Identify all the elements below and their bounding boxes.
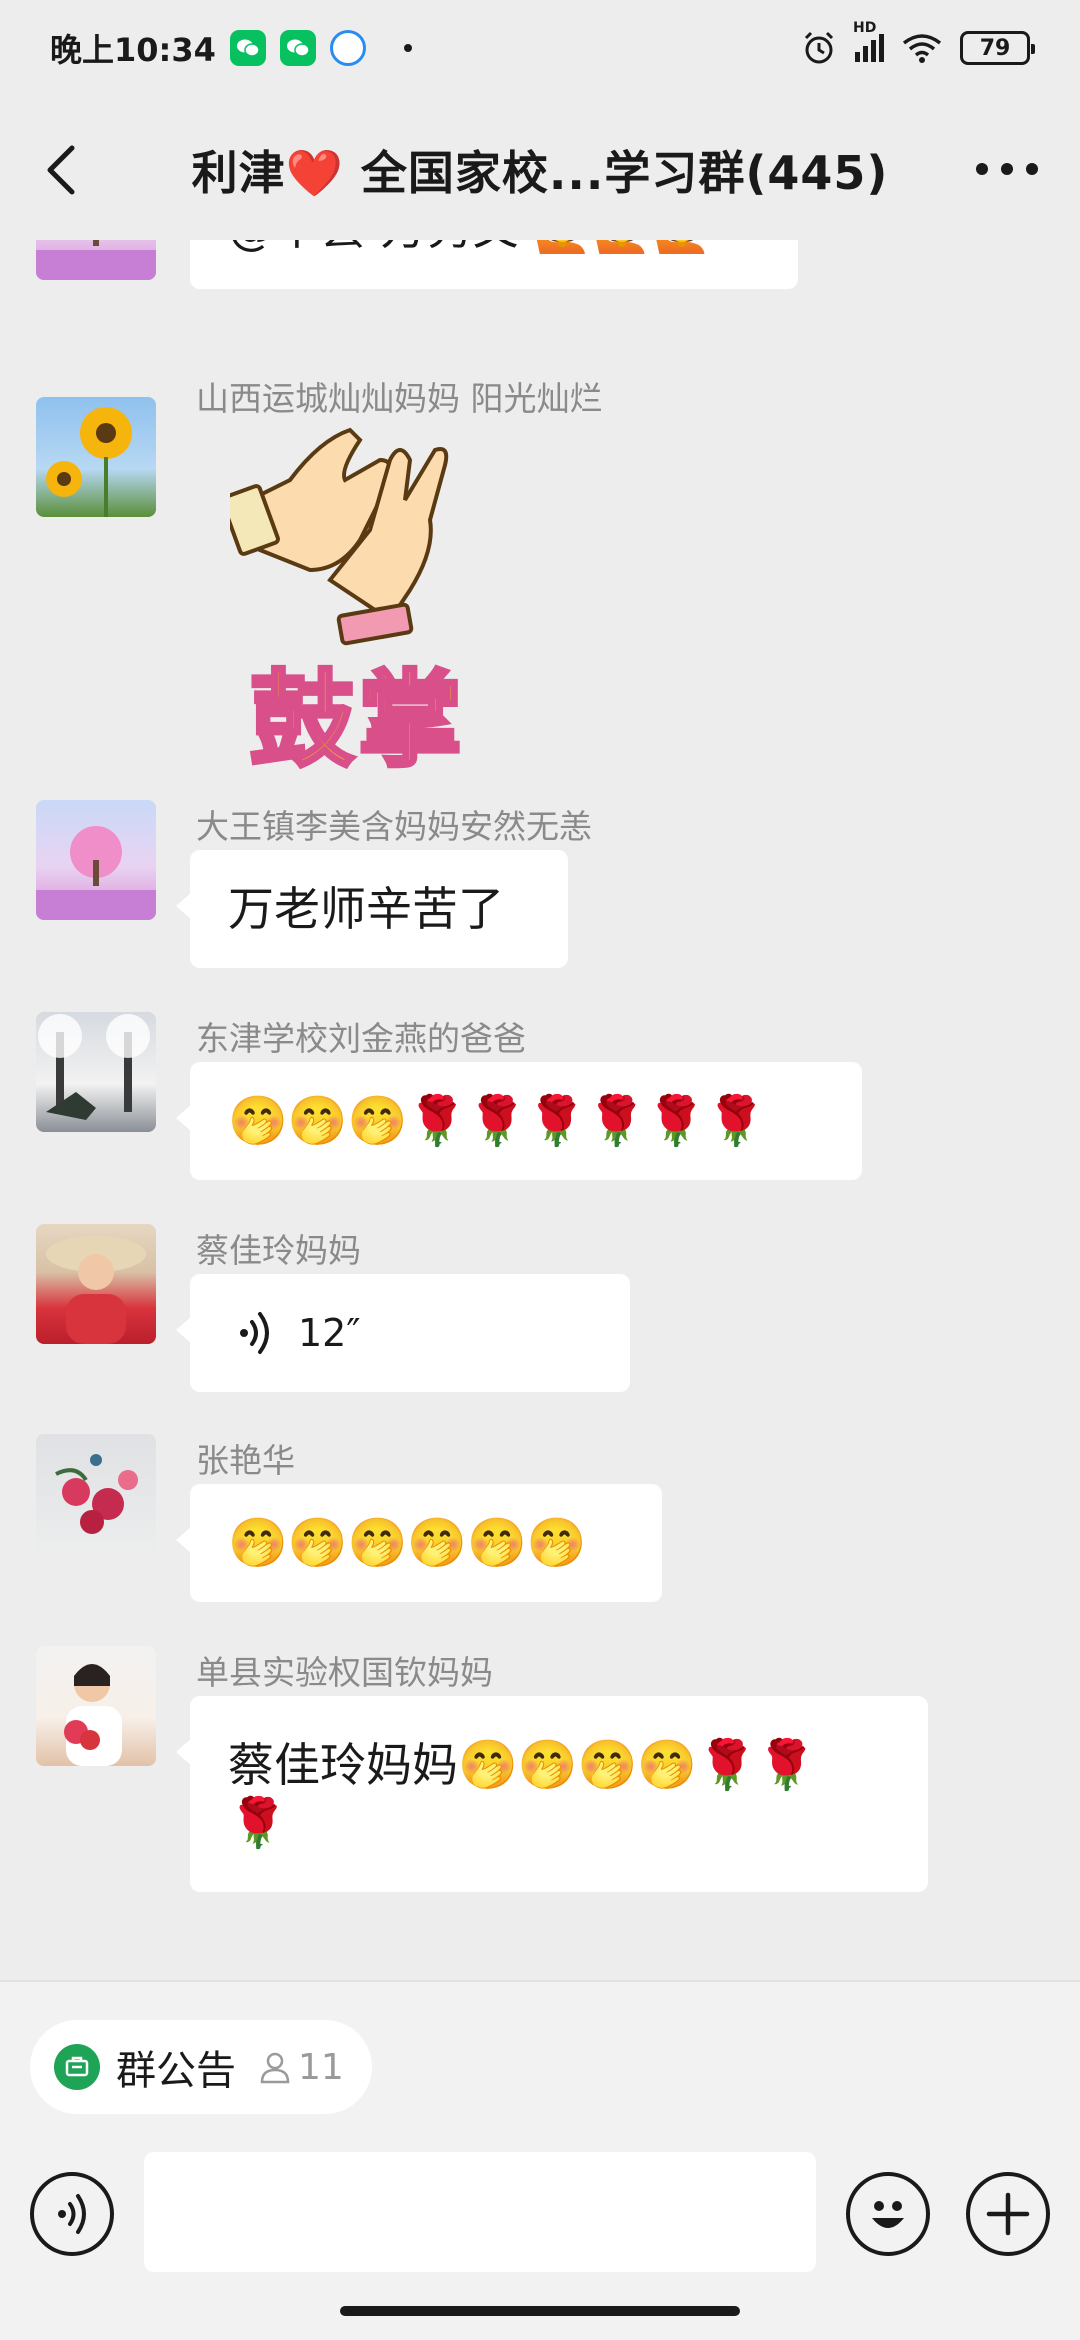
voice-input-button[interactable] [30,2172,114,2256]
person-icon [260,2052,290,2084]
clapping-hands-sticker [220,427,449,646]
status-bar-left: 晚上10:34 [50,25,412,71]
wifi-icon [902,34,942,63]
smiley-face-icon [872,2201,904,2228]
avatar[interactable] [36,800,156,920]
message-bubble[interactable]: @单县 万秀文 🙋🙋🙋 [190,240,798,289]
avatar[interactable] [36,240,156,280]
avatar[interactable] [36,1012,156,1132]
message-bubble[interactable]: 🤭🤭🤭🤭🤭🤭 [176,1484,662,1602]
message-emoji: 🌹 [228,1795,288,1851]
voice-duration: 12″ [298,1311,361,1355]
emoji-button[interactable] [846,2172,930,2256]
avatar[interactable] [36,1646,156,1766]
plus-button[interactable] [966,2172,1050,2256]
message-text: @单县 万秀文 [228,240,519,257]
voice-wave-icon [240,1312,269,1354]
message-emoji: 🙋🙋🙋 [533,240,712,257]
message-bubble[interactable]: 🤭🤭🤭🌹🌹🌹🌹🌹🌹 [176,1062,862,1180]
message-emoji: 🤭🤭🤭🤭🤭🤭 [228,1515,587,1571]
avatar[interactable] [36,397,156,517]
voice-message-bubble[interactable]: 12″ [176,1274,630,1392]
more-notifications-dot [403,44,412,52]
chat-title: 利津❤️ 全国家校...学习群(445) [191,146,889,200]
back-arrow-icon[interactable] [38,140,88,200]
avatar[interactable] [36,1224,156,1344]
network-type-label: HD [853,20,877,36]
member-count-value: 11 [298,2046,344,2088]
more-dots-icon[interactable] [972,154,1042,184]
wechat-notification-icon [229,30,266,66]
message-input[interactable] [144,2152,816,2272]
status-time: 晚上10:34 [50,31,216,69]
sender-name: 大王镇李美含妈妈安然无恙 [196,807,592,846]
battery-indicator: 79 [960,31,1035,65]
sender-name: 山西运城灿灿妈妈 阳光灿烂 [196,379,603,418]
message-bubble[interactable]: 万老师辛苦了 [176,850,568,968]
avatar[interactable] [36,1434,156,1554]
home-indicator[interactable] [340,2306,740,2316]
alarm-icon [804,31,834,64]
sender-name: 单县实验权国钦妈妈 [196,1653,493,1692]
message-text: 万老师辛苦了 [228,882,504,936]
status-bar: 晚上10:34 HD 79 [0,0,1080,96]
wechat-notification-icon [279,30,316,66]
message-emoji: 🤭🤭🤭🤭🌹🌹 [458,1737,817,1793]
message-notification-icon [329,30,366,66]
plus-icon [986,2192,1030,2236]
notice-bar: 群公告 11 [0,1980,1080,2130]
message-emoji: 🤭🤭🤭🌹🌹🌹🌹🌹🌹 [228,1093,766,1149]
notice-label: 群公告 [116,2048,236,2094]
message-text: 蔡佳玲妈妈 [228,1738,458,1792]
message-line: 🌹 [228,1794,288,1852]
sticker-message[interactable]: 鼓掌 [220,420,500,783]
voice-wave-icon [58,2194,86,2234]
member-count: 11 [258,2047,344,2088]
status-bar-right: HD 79 [801,20,1035,66]
message-line: 蔡佳玲妈妈🤭🤭🤭🤭🌹🌹 [228,1736,817,1794]
sticker-caption: 鼓掌 [248,657,467,783]
notice-icon [54,2044,100,2090]
sender-name: 蔡佳玲妈妈 [196,1231,361,1270]
chat-header: 利津❤️ 全国家校...学习群(445) [0,110,1080,230]
message-bubble[interactable]: 蔡佳玲妈妈🤭🤭🤭🤭🌹🌹 🌹 [176,1696,928,1892]
sender-name: 张艳华 [196,1441,295,1480]
sender-name: 东津学校刘金燕的爸爸 [196,1019,526,1058]
group-notice-button[interactable]: 群公告 11 [30,2020,372,2114]
message-list[interactable]: @单县 万秀文 🙋🙋🙋 山西运城灿灿妈妈 阳光灿烂 鼓掌 大王镇李美含妈妈安然无… [0,240,1080,1980]
signal-icon: HD [853,20,884,62]
